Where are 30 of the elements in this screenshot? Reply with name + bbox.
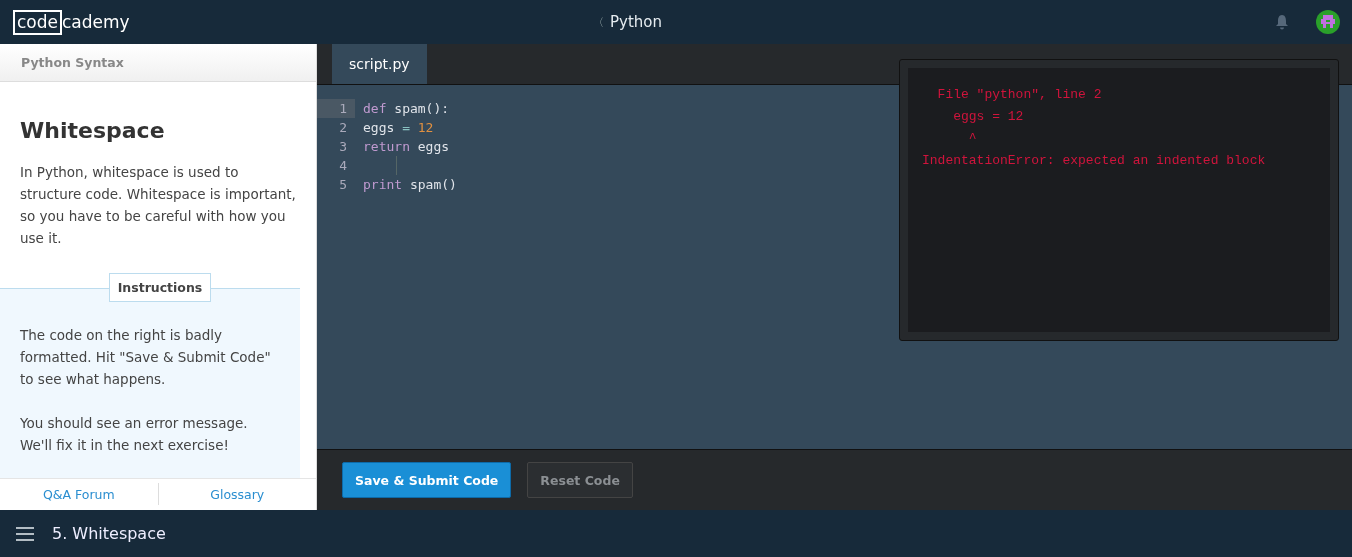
lesson-title: Whitespace bbox=[20, 117, 166, 143]
line-number: 3 bbox=[338, 138, 348, 156]
code-line: eggs = 12 bbox=[363, 120, 434, 135]
code-line: def spam(): bbox=[363, 101, 450, 116]
error-line: eggs = 12 bbox=[952, 108, 1025, 126]
back-icon[interactable]: 〈 bbox=[593, 14, 604, 30]
file-tab[interactable]: script.py bbox=[332, 44, 427, 84]
code-line: return eggs bbox=[363, 139, 450, 154]
submit-button[interactable]: Save & Submit Code bbox=[342, 462, 512, 498]
error-line: IndentationError: expected an indented block bbox=[922, 152, 1267, 170]
error-line: File "python", line 2 bbox=[936, 86, 1103, 104]
lesson-text: In Python, whitespace is used to structure code. Whitespace is important, so you have to be careful with how you use it. bbox=[20, 162, 296, 248]
line-number: 2 bbox=[338, 119, 348, 137]
error-line: ^ bbox=[967, 130, 978, 148]
line-number: 5 bbox=[338, 176, 348, 194]
logo[interactable]: code cademy bbox=[13, 9, 593, 35]
footer-link[interactable]: Q&A Forum bbox=[0, 486, 158, 502]
code-line: print spam() bbox=[363, 177, 457, 192]
bell-icon[interactable] bbox=[1274, 14, 1290, 30]
avatar-icon[interactable] bbox=[1316, 10, 1340, 34]
exercise-title: 5. Whitespace bbox=[52, 524, 166, 543]
footer-link[interactable]: Glossary bbox=[158, 486, 316, 502]
reset-button[interactable]: Reset Code bbox=[527, 462, 633, 498]
instructions-text: The code on the right is badly formatted. Hit "Save & Submit Code" to see what happens. bbox=[20, 325, 272, 389]
course-title: Python bbox=[610, 13, 662, 31]
line-number: 1 bbox=[317, 99, 355, 118]
line-number: 4 bbox=[338, 157, 348, 175]
instructions-text: You should see an error message. We'll fix it in the next exercise! bbox=[20, 413, 249, 455]
instructions-label: Instructions bbox=[108, 272, 212, 302]
menu-icon[interactable] bbox=[16, 526, 34, 541]
